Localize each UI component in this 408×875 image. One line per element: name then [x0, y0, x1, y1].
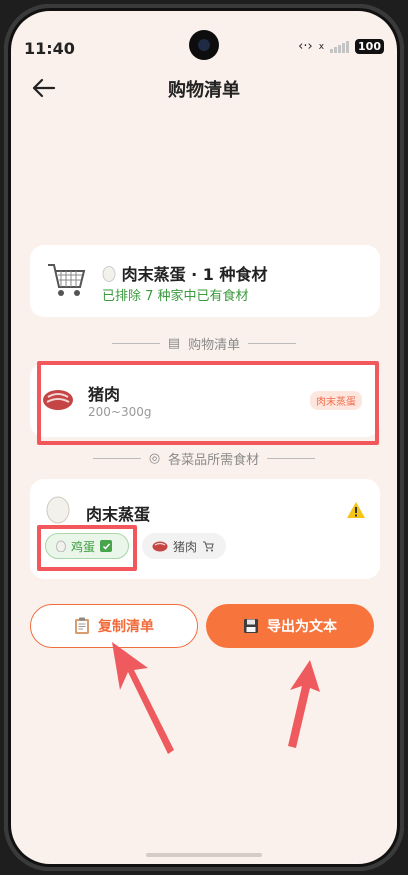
phone-screen: 11:40 ‹·› x 100 购物清单 肉末蒸蛋 · 1 种食材 已排除 7 …	[4, 4, 404, 871]
section-label: 购物清单	[188, 338, 241, 353]
status-bar: 11:40 ‹·› x 100	[4, 30, 404, 66]
shopping-cart-icon	[203, 541, 214, 551]
annotation-highlight-box	[37, 361, 379, 445]
section-label: 各菜品所需食材	[168, 453, 260, 468]
summary-card: 肉末蒸蛋 · 1 种食材 已排除 7 种家中已有食材	[30, 245, 380, 317]
clipboard-icon	[75, 617, 89, 634]
ingredient-chip-pork[interactable]: 猪肉	[142, 533, 226, 559]
status-time: 11:40	[24, 39, 75, 58]
receipt-icon: ▤	[167, 336, 181, 351]
excluded-count-text: 已排除 7 种家中已有食材	[102, 289, 249, 304]
export-text-button[interactable]: 导出为文本	[206, 604, 374, 648]
warning-icon	[347, 502, 365, 518]
egg-icon	[46, 496, 70, 524]
app-header: 购物清单	[4, 66, 404, 110]
shopping-list-divider: ▤ 购物清单	[4, 334, 404, 353]
egg-icon	[102, 266, 116, 282]
sim-icon: x	[318, 41, 325, 52]
battery-icon: 100	[355, 39, 384, 54]
floppy-disk-icon	[244, 619, 258, 633]
annotation-arrow	[288, 660, 320, 748]
dishes-divider: ◎ 各菜品所需食材	[4, 449, 404, 468]
plate-icon: ◎	[148, 451, 161, 466]
shopping-cart-icon	[48, 264, 86, 296]
link-icon: ‹·›	[298, 39, 313, 54]
summary-title: 肉末蒸蛋 · 1 种食材	[102, 261, 268, 285]
annotation-arrow	[112, 642, 174, 754]
page-title: 购物清单	[168, 80, 240, 101]
dish-name: 肉末蒸蛋	[86, 505, 151, 524]
meat-icon	[152, 541, 168, 551]
annotation-highlight-box	[37, 525, 137, 571]
signal-icon	[330, 40, 350, 53]
status-icons: ‹·› x 100	[298, 39, 384, 54]
front-camera	[189, 30, 219, 60]
home-indicator[interactable]	[146, 853, 262, 857]
